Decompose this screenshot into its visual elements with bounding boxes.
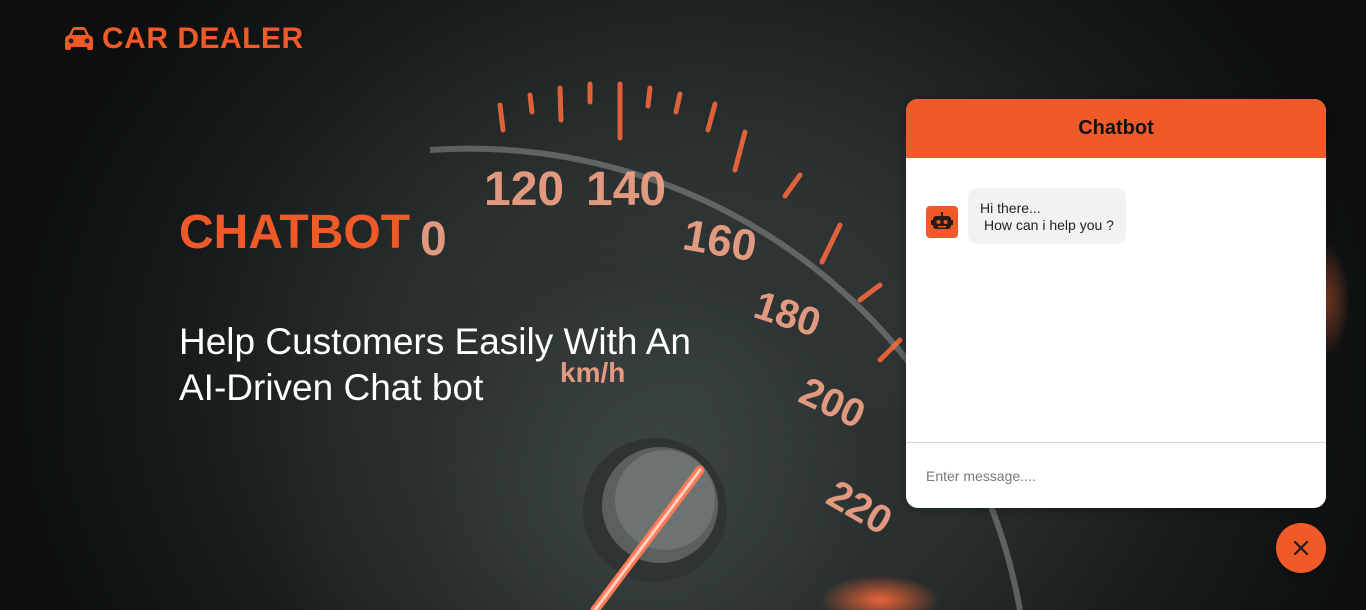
chat-messages: Hi there... How can i help you ? <box>906 158 1326 442</box>
gauge-label-100: 0 <box>420 213 447 266</box>
brand-logo[interactable]: CAR DEALER <box>63 22 304 56</box>
chat-header: Chatbot <box>906 99 1326 158</box>
gauge-label-140: 140 <box>586 163 666 216</box>
car-icon <box>65 27 93 50</box>
bot-message-bubble: Hi there... How can i help you ? <box>968 188 1126 244</box>
logo-text: CAR DEALER <box>102 22 304 55</box>
hero-subtitle: Help Customers Easily With An AI-Driven … <box>179 319 779 411</box>
chat-input-row <box>906 442 1326 508</box>
gauge-label-120: 120 <box>484 163 564 216</box>
hero-subtitle-line1: Help Customers Easily With An <box>179 321 692 362</box>
bot-message-line1: Hi there... <box>980 200 1041 216</box>
robot-icon <box>926 206 958 238</box>
chat-window: Chatbot Hi there... How can i help you ? <box>906 99 1326 508</box>
close-chat-button[interactable] <box>1276 523 1326 573</box>
close-icon <box>1293 540 1309 556</box>
message-input[interactable] <box>926 467 1306 484</box>
gauge-label-200: 200 <box>793 369 872 437</box>
bot-message-line2: How can i help you ? <box>984 217 1114 233</box>
hero-title: CHATBOT <box>179 206 411 259</box>
chat-header-title: Chatbot <box>1078 117 1154 139</box>
hero-subtitle-line2: AI-Driven Chat bot <box>179 367 484 408</box>
gauge-label-220: 220 <box>820 472 900 543</box>
gauge-label-160: 160 <box>679 210 760 271</box>
